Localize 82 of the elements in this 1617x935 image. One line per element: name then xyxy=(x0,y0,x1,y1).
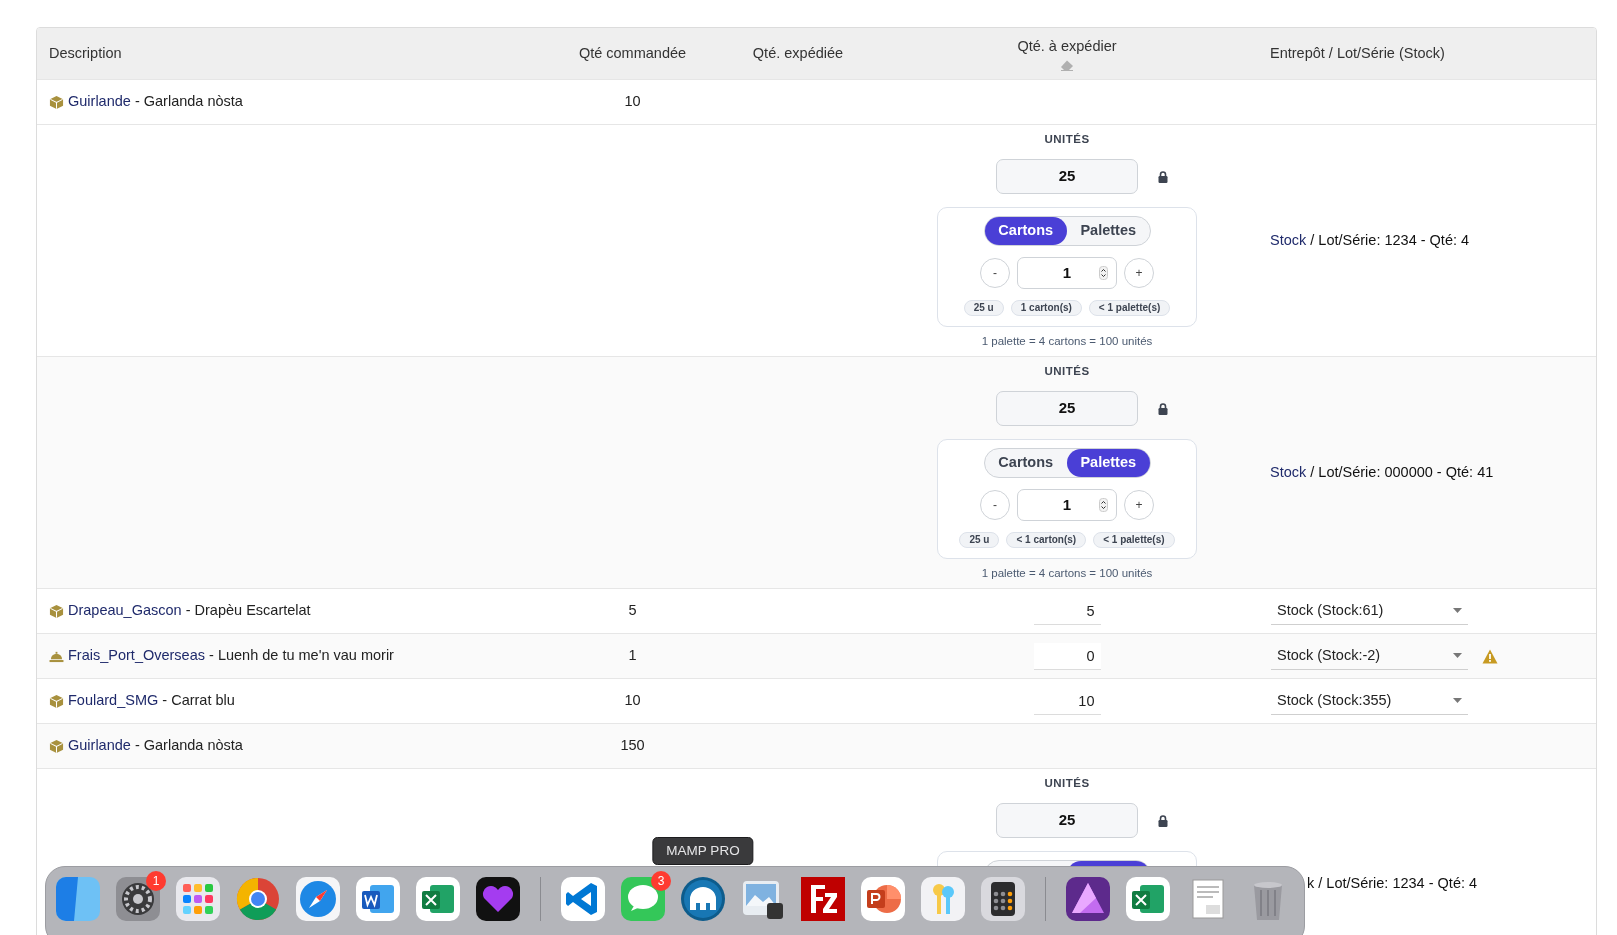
warehouse-select[interactable]: Stock (Stock:-2) xyxy=(1271,642,1468,670)
gear-icon[interactable] xyxy=(114,875,162,923)
conversion-note: 1 palette = 4 cartons = 100 unités xyxy=(981,566,1153,580)
notification-badge: 1 xyxy=(146,871,166,891)
quantity-input[interactable]: 0 xyxy=(1033,642,1101,670)
product-description: Guirlande - Garlanda nòsta xyxy=(68,736,243,756)
spreadsheet-icon[interactable] xyxy=(1124,875,1172,923)
units-input[interactable]: 25 xyxy=(996,159,1138,194)
product-description: Frais_Port_Overseas - Luenh de tu me'n vau morir xyxy=(68,646,394,666)
bell-icon xyxy=(49,649,64,663)
pie-icon[interactable] xyxy=(859,875,907,923)
box-icon xyxy=(49,738,64,754)
ordered-quantity: 150 xyxy=(620,736,645,756)
chevron-icon[interactable] xyxy=(559,875,607,923)
ordered-quantity: 10 xyxy=(624,92,641,112)
lot-info: k / Lot/Série: 1234 - Qté: 4 xyxy=(1307,873,1478,893)
spinner-icon xyxy=(1099,266,1108,280)
column-header: Entrepôt / Lot/Série (Stock) xyxy=(1269,43,1446,63)
toggle-option[interactable]: Cartons xyxy=(984,217,1067,245)
app-grid-icon[interactable] xyxy=(174,875,222,923)
document-icon[interactable] xyxy=(354,875,402,923)
column-header: Description xyxy=(48,43,123,63)
conversion-chip: 25 u xyxy=(963,300,1004,316)
column-header: Qté. expédiée xyxy=(751,43,845,63)
column-header: Qté. à expédier xyxy=(1017,37,1117,57)
ordered-quantity: 10 xyxy=(624,691,641,711)
spreadsheet-icon[interactable] xyxy=(414,875,462,923)
ordered-quantity: 1 xyxy=(628,646,637,666)
lot-info: Stock / Lot/Série: 1234 - Qté: 4 xyxy=(1270,230,1470,250)
decrement-button[interactable]: - xyxy=(980,490,1010,520)
product-link[interactable]: Frais_Port_Overseas xyxy=(68,647,205,664)
warehouse-select[interactable]: Stock (Stock:355) xyxy=(1271,687,1468,715)
warehouse-select[interactable]: Stock (Stock:61) xyxy=(1271,597,1468,625)
caret-icon xyxy=(1453,653,1462,658)
lock-icon xyxy=(1158,170,1168,183)
compass-icon[interactable] xyxy=(294,875,342,923)
caret-icon xyxy=(1453,698,1462,703)
conversion-note: 1 palette = 4 cartons = 100 unités xyxy=(981,334,1153,348)
product-description: Drapeau_Gascon - Drapèu Escartelat xyxy=(68,601,311,621)
units-input[interactable]: 25 xyxy=(996,803,1138,838)
decrement-button[interactable]: - xyxy=(980,258,1010,288)
spinner-icon xyxy=(1099,498,1108,512)
conversion-chip: 25 u xyxy=(959,532,1000,548)
toggle-option[interactable]: Cartons xyxy=(984,449,1067,477)
count-input[interactable]: 1 xyxy=(1017,489,1117,521)
arch-icon[interactable] xyxy=(679,875,727,923)
lock-icon xyxy=(1158,814,1168,827)
lot-info: Stock / Lot/Série: 000000 - Qté: 41 xyxy=(1270,462,1494,482)
box-icon xyxy=(49,94,64,110)
toggle-option[interactable]: Palettes xyxy=(1067,217,1150,245)
increment-button[interactable]: + xyxy=(1124,258,1154,288)
tooltip: MAMP PRO xyxy=(652,837,754,865)
product-description: Foulard_SMG - Carrat blu xyxy=(68,691,235,711)
conversion-chip: < 1 palette(s) xyxy=(1093,532,1175,548)
chat-bubble-icon[interactable] xyxy=(619,875,667,923)
units-input[interactable]: 25 xyxy=(996,391,1138,426)
product-link[interactable]: Guirlande xyxy=(68,93,131,110)
column-header: Qté commandée xyxy=(577,43,688,63)
ring-icon[interactable] xyxy=(234,875,282,923)
conversion-chip: 1 carton(s) xyxy=(1010,300,1082,316)
notification-badge: 3 xyxy=(651,871,671,891)
product-link[interactable]: Foulard_SMG xyxy=(68,692,159,709)
stock-link[interactable]: Stock xyxy=(1270,463,1307,480)
box-icon xyxy=(49,603,64,619)
calculator-icon[interactable] xyxy=(979,875,1027,923)
product-link[interactable]: Drapeau_Gascon xyxy=(68,602,182,619)
caret-icon xyxy=(1453,608,1462,613)
stock-link[interactable]: Stock xyxy=(1270,231,1307,248)
units-label: UNITÉS xyxy=(1044,132,1090,146)
product-description: Guirlande - Garlanda nòsta xyxy=(68,92,243,112)
lock-icon xyxy=(1158,402,1168,415)
toggle-option[interactable]: Palettes xyxy=(1067,449,1150,477)
units-label: UNITÉS xyxy=(1044,776,1090,790)
count-input[interactable]: 1 xyxy=(1017,257,1117,289)
conversion-chip: < 1 carton(s) xyxy=(1006,532,1087,548)
units-label: UNITÉS xyxy=(1044,364,1090,378)
increment-button[interactable]: + xyxy=(1124,490,1154,520)
product-link[interactable]: Guirlande xyxy=(68,737,131,754)
zigzag-icon[interactable] xyxy=(799,875,847,923)
box-icon xyxy=(49,693,64,709)
conversion-chip: < 1 palette(s) xyxy=(1088,300,1171,316)
ordered-quantity: 5 xyxy=(628,601,637,621)
